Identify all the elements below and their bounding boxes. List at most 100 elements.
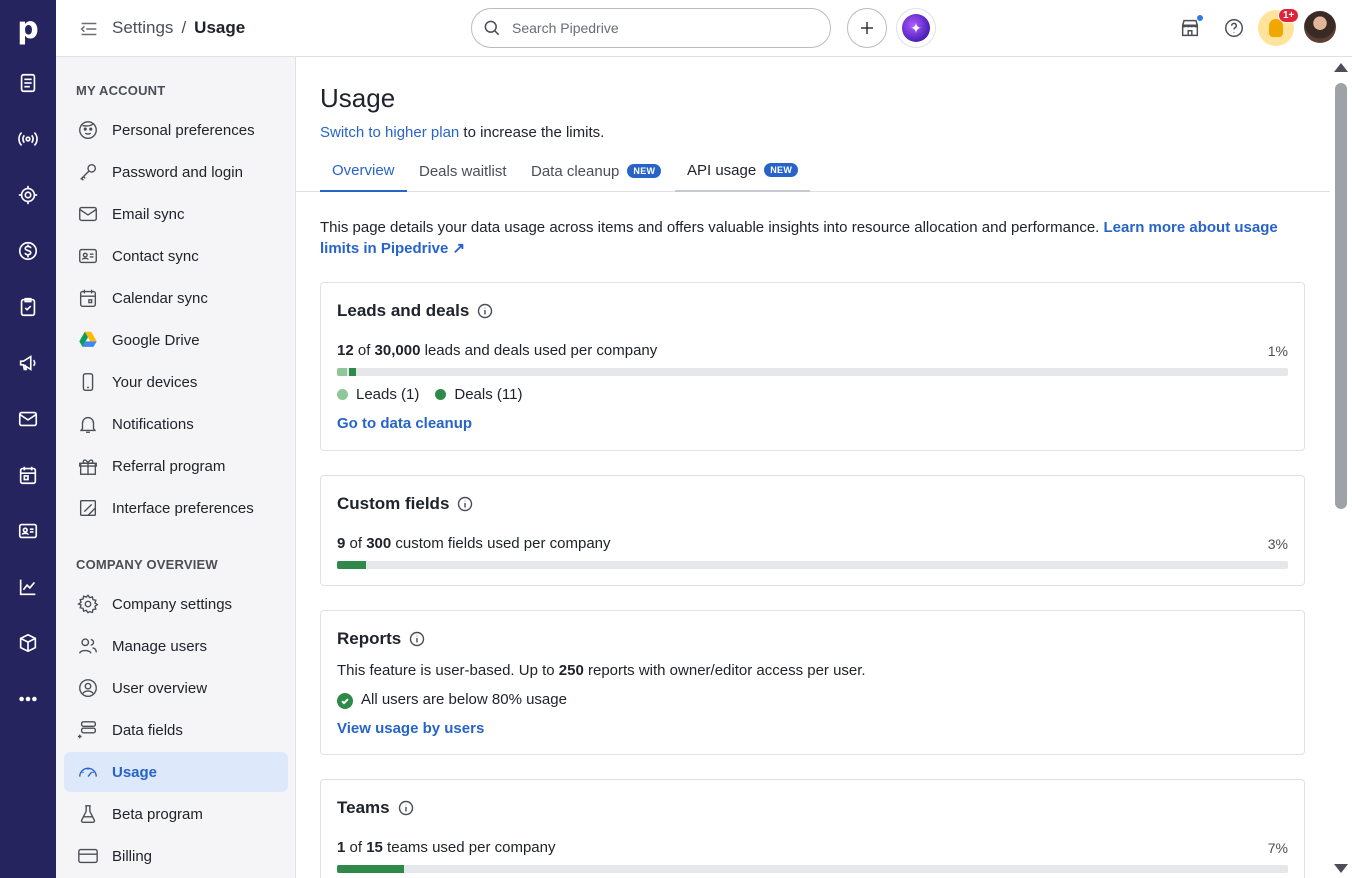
notification-dot [1197, 15, 1203, 21]
sidebar-item-user-overview[interactable]: User overview [64, 668, 288, 708]
sidebar-item-label: Your devices [112, 373, 198, 391]
breadcrumb-settings[interactable]: Settings [112, 18, 173, 38]
sidebar-item-password-and-login[interactable]: Password and login [64, 152, 288, 192]
tab-label: Overview [332, 161, 395, 179]
sidebar-item-usage[interactable]: Usage [64, 752, 288, 792]
tab-deals-waitlist[interactable]: Deals waitlist [407, 150, 519, 192]
sidebar-item-manage-users[interactable]: Manage users [64, 626, 288, 666]
tab-label: Data cleanup [531, 162, 620, 180]
search-input[interactable] [512, 20, 812, 36]
sidebar-item-your-devices[interactable]: Your devices [64, 362, 288, 402]
sidebar-item-interface-preferences[interactable]: Interface preferences [64, 488, 288, 528]
card-title: Reports [337, 629, 425, 649]
sidebar-item-calendar-sync[interactable]: Calendar sync [64, 278, 288, 318]
more-icon[interactable] [0, 679, 56, 719]
products-icon[interactable] [0, 623, 56, 663]
scroll-up-arrow[interactable] [1334, 63, 1348, 72]
teams-card: Teams 1 of 15 teams used per company 7% [320, 779, 1305, 878]
flask-icon [76, 802, 100, 826]
info-icon[interactable] [398, 800, 414, 816]
collapse-menu-icon[interactable] [78, 18, 100, 40]
go-to-data-cleanup-link[interactable]: Go to data cleanup [337, 415, 472, 432]
tasks-icon[interactable] [0, 287, 56, 327]
card-title: Teams [337, 798, 414, 818]
info-icon[interactable] [477, 303, 493, 319]
target-icon[interactable] [0, 175, 56, 215]
usage-percent: 1% [1267, 343, 1288, 359]
usage-fill [337, 865, 404, 873]
tab-api-usage[interactable]: API usage NEW [675, 150, 811, 192]
mail-icon[interactable] [0, 399, 56, 439]
usage-progress-bar [337, 561, 1288, 569]
sidebar-item-label: Google Drive [112, 331, 200, 349]
help-icon[interactable] [1221, 15, 1247, 41]
gauge-icon [76, 760, 100, 784]
search-icon [484, 20, 500, 36]
ai-assistant-button[interactable]: ✦ [896, 8, 936, 48]
pipedrive-logo[interactable]: p [0, 0, 56, 56]
usage-percent: 3% [1267, 536, 1288, 552]
sidebar-item-label: Personal preferences [112, 121, 255, 139]
intro-text: This page details your data usage across… [320, 219, 1104, 236]
leads-fill [337, 368, 347, 376]
section-my-account: MY ACCOUNT [76, 83, 166, 98]
custom-fields-card: Custom fields 9 of 300 custom fields use… [320, 475, 1305, 586]
app-nav-rail: p [0, 0, 56, 878]
usage-line: 1 of 15 teams used per company [337, 839, 556, 856]
sidebar-item-notifications[interactable]: Notifications [64, 404, 288, 444]
sidebar-item-contact-sync[interactable]: Contact sync [64, 236, 288, 276]
tips-button[interactable]: 1+ [1258, 8, 1300, 46]
megaphone-icon[interactable] [0, 343, 56, 383]
info-icon[interactable] [409, 631, 425, 647]
sidebar-item-referral-program[interactable]: Referral program [64, 446, 288, 486]
sidebar-item-beta-program[interactable]: Beta program [64, 794, 288, 834]
tips-badge: 1+ [1278, 8, 1300, 23]
insights-icon[interactable] [0, 567, 56, 607]
plus-icon [861, 22, 873, 34]
scroll-down-arrow[interactable] [1334, 864, 1348, 873]
tab-overview[interactable]: Overview [320, 150, 407, 192]
money-icon[interactable] [0, 231, 56, 271]
section-company-overview: COMPANY OVERVIEW [76, 557, 218, 572]
sidebar-item-label: Referral program [112, 457, 226, 475]
page-title: Usage [320, 83, 396, 113]
view-usage-by-users-link[interactable]: View usage by users [337, 720, 484, 737]
usage-line: 12 of 30,000 leads and deals used per co… [337, 342, 658, 359]
switch-plan-link[interactable]: Switch to higher plan [320, 124, 459, 141]
search-box[interactable] [471, 8, 831, 48]
usage-progress-bar [337, 865, 1288, 873]
sidebar-item-billing[interactable]: Billing [64, 836, 288, 876]
tab-data-cleanup[interactable]: Data cleanup NEW [519, 150, 673, 192]
scroll-thumb[interactable] [1335, 83, 1347, 509]
calendar-icon[interactable] [0, 455, 56, 495]
sidebar-item-email-sync[interactable]: Email sync [64, 194, 288, 234]
sidebar-item-data-fields[interactable]: Data fields [64, 710, 288, 750]
envelope-icon [76, 202, 100, 226]
sidebar-item-label: Notifications [112, 415, 194, 433]
check-circle-icon [337, 693, 353, 709]
contacts-icon[interactable] [0, 511, 56, 551]
reports-description: This feature is user-based. Up to 250 re… [337, 662, 866, 679]
contact-card-icon [76, 244, 100, 268]
bell-icon [76, 412, 100, 436]
page-scrollbar[interactable] [1330, 57, 1352, 878]
sidebar-item-label: Billing [112, 847, 153, 865]
gear-icon [76, 592, 100, 616]
sidebar-item-google-drive[interactable]: Google Drive [64, 320, 288, 360]
usage-fill [337, 561, 366, 569]
sidebar-item-label: Company settings [112, 595, 233, 613]
campaigns-icon[interactable] [0, 119, 56, 159]
credit-card-icon [76, 844, 100, 868]
info-icon[interactable] [457, 496, 473, 512]
marketplace-icon[interactable] [1177, 15, 1203, 41]
sidebar-item-company-settings[interactable]: Company settings [64, 584, 288, 624]
sidebar-item-personal-preferences[interactable]: Personal preferences [64, 110, 288, 150]
leads-icon[interactable] [0, 63, 56, 103]
legend-leads: Leads (1) [337, 386, 419, 403]
avatar[interactable] [1304, 11, 1336, 43]
quick-add-button[interactable] [847, 8, 887, 48]
sidebar-item-label: Usage [112, 763, 158, 781]
interface-icon [76, 496, 100, 520]
data-fields-icon [76, 718, 100, 742]
usage-progress-bar [337, 368, 1288, 376]
